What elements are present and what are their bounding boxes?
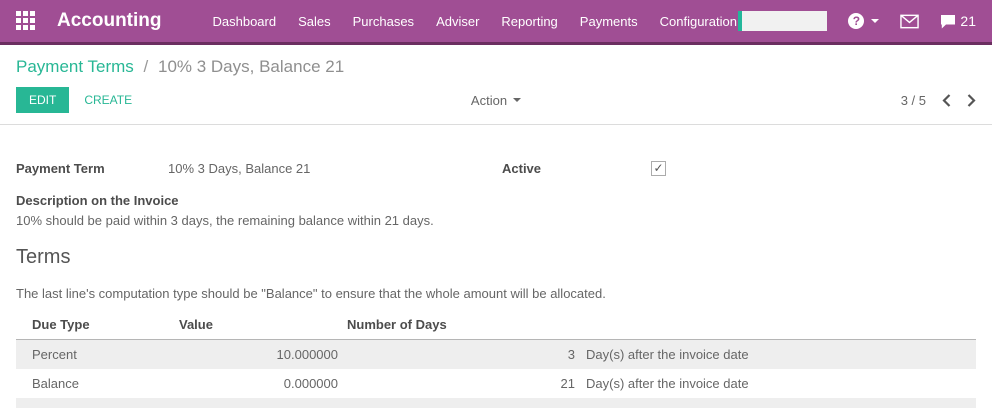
cell-days: 21 xyxy=(339,369,576,398)
action-dropdown[interactable]: Action xyxy=(471,93,521,108)
field-description: Description on the Invoice 10% should be… xyxy=(16,193,976,229)
payment-term-value: 10% 3 Days, Balance 21 xyxy=(168,161,310,177)
cell-due-type: Percent xyxy=(16,339,171,369)
menu-item-configuration[interactable]: Configuration xyxy=(660,14,737,29)
pager-count: 3 / 5 xyxy=(901,93,926,108)
cell-value: 0.000000 xyxy=(171,369,339,398)
main-menu: Dashboard Sales Purchases Adviser Report… xyxy=(213,14,737,29)
form-sheet: Payment Term 10% 3 Days, Balance 21 Acti… xyxy=(0,125,992,408)
cell-value: 10.000000 xyxy=(171,339,339,369)
column-header-empty xyxy=(576,311,976,340)
chevron-down-icon xyxy=(871,19,879,23)
terms-table-header-row: Due Type Value Number of Days xyxy=(16,311,976,340)
payment-term-label: Payment Term xyxy=(16,161,168,177)
help-menu[interactable]: ? xyxy=(848,13,879,29)
control-buttons-row: EDIT CREATE Action 3 / 5 xyxy=(16,87,976,113)
help-icon: ? xyxy=(848,13,864,29)
unread-count: 21 xyxy=(960,13,976,29)
column-header-due-type: Due Type xyxy=(16,311,171,340)
menu-item-dashboard[interactable]: Dashboard xyxy=(213,14,277,29)
top-navbar: Accounting Dashboard Sales Purchases Adv… xyxy=(0,0,992,45)
menu-item-reporting[interactable]: Reporting xyxy=(501,14,557,29)
apps-grid-icon[interactable] xyxy=(16,11,36,31)
action-menu-wrap: Action xyxy=(16,93,976,108)
pager-next-button[interactable] xyxy=(967,94,976,107)
table-row-percent[interactable]: Percent 10.000000 3 Day(s) after the inv… xyxy=(16,339,976,369)
discuss-button[interactable]: 21 xyxy=(940,13,976,29)
column-header-number-of-days: Number of Days xyxy=(339,311,576,340)
cell-due-type: Balance xyxy=(16,369,171,398)
pager-previous-button[interactable] xyxy=(942,94,951,107)
breadcrumb-current-record: 10% 3 Days, Balance 21 xyxy=(158,57,344,76)
description-value: 10% should be paid within 3 days, the re… xyxy=(16,213,976,229)
table-row-balance[interactable]: Balance 0.000000 21 Day(s) after the inv… xyxy=(16,369,976,398)
user-menu[interactable] xyxy=(738,11,827,31)
pager: 3 / 5 xyxy=(901,93,976,108)
cell-days: 3 xyxy=(339,339,576,369)
create-button[interactable]: CREATE xyxy=(84,87,132,113)
description-label: Description on the Invoice xyxy=(16,193,976,209)
menu-item-sales[interactable]: Sales xyxy=(298,14,331,29)
terms-section-note: The last line's computation type should … xyxy=(16,286,976,301)
edit-button[interactable]: EDIT xyxy=(16,87,69,113)
breadcrumb: Payment Terms / 10% 3 Days, Balance 21 xyxy=(16,55,976,78)
chevron-down-icon xyxy=(513,98,521,102)
field-active: Active ✓ xyxy=(496,161,976,177)
terms-section-heading: Terms xyxy=(16,245,976,269)
field-payment-term: Payment Term 10% 3 Days, Balance 21 xyxy=(16,161,496,177)
cell-option: Day(s) after the invoice date xyxy=(576,339,976,369)
navbar-right: ? 21 xyxy=(738,11,976,31)
breadcrumb-separator: / xyxy=(144,57,149,76)
field-row: Payment Term 10% 3 Days, Balance 21 Acti… xyxy=(16,161,976,177)
active-checkbox[interactable]: ✓ xyxy=(651,161,666,176)
menu-item-payments[interactable]: Payments xyxy=(580,14,638,29)
menu-item-adviser[interactable]: Adviser xyxy=(436,14,479,29)
table-footer-row xyxy=(16,398,976,408)
messages-icon[interactable] xyxy=(900,14,919,29)
cell-option: Day(s) after the invoice date xyxy=(576,369,976,398)
menu-item-purchases[interactable]: Purchases xyxy=(353,14,414,29)
app-title: Accounting xyxy=(57,10,162,32)
active-label: Active xyxy=(502,161,651,177)
control-panel: Payment Terms / 10% 3 Days, Balance 21 E… xyxy=(0,45,992,125)
breadcrumb-payment-terms[interactable]: Payment Terms xyxy=(16,57,134,76)
chat-bubble-icon xyxy=(940,14,956,29)
terms-table: Due Type Value Number of Days Percent 10… xyxy=(16,311,976,408)
action-dropdown-label: Action xyxy=(471,93,507,108)
app-window: Accounting Dashboard Sales Purchases Adv… xyxy=(0,0,992,408)
column-header-value: Value xyxy=(171,311,339,340)
